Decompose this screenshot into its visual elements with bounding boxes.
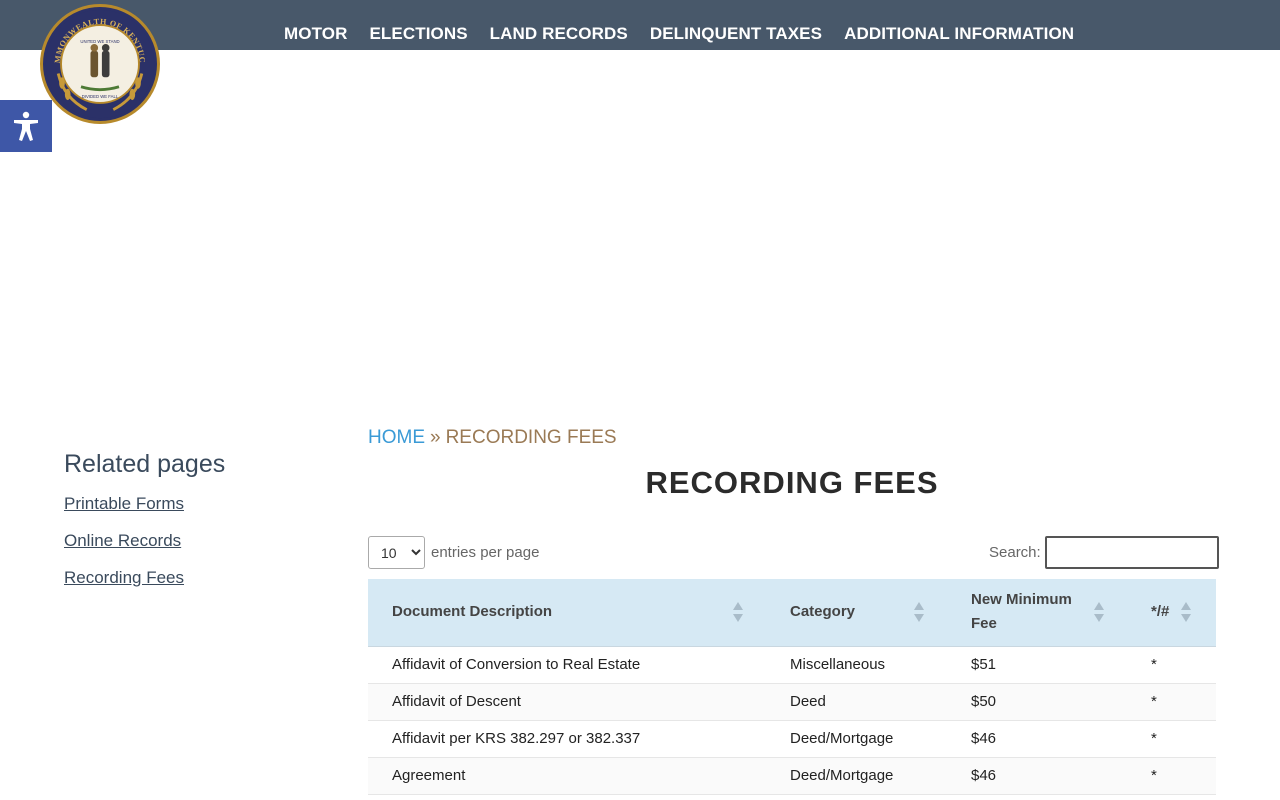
sort-arrows-icon [1094,602,1104,623]
accessibility-icon [14,111,38,141]
column-header-label: */# [1151,603,1170,621]
breadcrumb-home[interactable]: HOME [368,427,425,448]
cell-marker: * [1127,646,1216,684]
column-header-document-description[interactable]: Document Description [368,579,766,647]
column-header-category[interactable]: Category [766,579,947,647]
related-pages-heading: Related pages [64,450,226,478]
cell-document-description: Affidavit of Conversion to Real Estate [368,646,766,684]
related-pages-sidebar: Related pages Printable Forms Online Rec… [64,448,324,603]
sidebar-link-printable-forms[interactable]: Printable Forms [64,492,324,515]
column-header-label: Document Description [392,603,553,621]
seal-graphic: COMMONWEALTH OF KENTUCKY UNITED WE STAND… [43,7,155,119]
sidebar-link-recording-fees[interactable]: Recording Fees [64,566,324,589]
cell-category: Deed [766,683,947,721]
sidebar-link-online-records[interactable]: Online Records [64,529,324,552]
nav-delinquent-taxes[interactable]: DELINQUENT TAXES [650,24,822,44]
column-header-label: New Minimum Fee [971,591,1072,633]
cell-minimum-fee: $46 [947,720,1127,758]
breadcrumb-separator: » [430,427,441,448]
breadcrumb: HOME» RECORDING FEES [368,427,617,449]
column-header-asterisk-hash[interactable]: */# [1127,579,1216,647]
accessibility-toolbar-button[interactable] [0,100,52,152]
main-nav: MOTOR ELECTIONS LAND RECORDS DELINQUENT … [284,24,1096,44]
page-title: RECORDING FEES [645,465,939,500]
seal-banner-text: UNITED WE STAND [80,39,119,44]
nav-additional-information[interactable]: ADDITIONAL INFORMATION [844,24,1074,44]
recording-fees-table: Document Description Category New Minimu… [368,579,1216,795]
search-label: Search: [989,544,1041,561]
column-header-new-minimum-fee[interactable]: New Minimum Fee [947,579,1127,647]
table-search: Search: [989,536,1219,569]
top-navigation-bar: MOTOR ELECTIONS LAND RECORDS DELINQUENT … [0,0,1280,50]
cell-document-description: Affidavit per KRS 382.297 or 382.337 [368,720,766,758]
nav-land-records[interactable]: LAND RECORDS [490,24,628,44]
entries-per-page-label: entries per page [431,544,540,561]
nav-motor[interactable]: MOTOR [284,24,347,44]
search-input[interactable] [1044,536,1219,569]
table-row: Agreement Deed/Mortgage $46 * [368,757,1216,795]
cell-category: Miscellaneous [766,646,947,684]
sort-arrows-icon [733,602,743,623]
nav-elections[interactable]: ELECTIONS [369,24,467,44]
seal-bottom-text: DIVIDED WE FALL [82,94,119,99]
breadcrumb-current: RECORDING FEES [445,427,617,448]
cell-marker: * [1127,720,1216,758]
cell-document-description: Affidavit of Descent [368,683,766,721]
cell-minimum-fee: $50 [947,683,1127,721]
column-header-label: Category [790,603,856,621]
cell-category: Deed/Mortgage [766,757,947,795]
table-row: Affidavit of Conversion to Real Estate M… [368,646,1216,684]
page-size-select[interactable]: 10 [368,536,425,569]
table-row: Affidavit per KRS 382.297 or 382.337 Dee… [368,720,1216,758]
cell-minimum-fee: $46 [947,757,1127,795]
cell-category: Deed/Mortgage [766,720,947,758]
entries-per-page-control: 10 entries per page [368,536,539,569]
cell-minimum-fee: $51 [947,646,1127,684]
sort-arrows-icon [1181,602,1191,623]
sort-arrows-icon [914,602,924,623]
kentucky-seal-logo[interactable]: COMMONWEALTH OF KENTUCKY UNITED WE STAND… [40,4,160,124]
table-header-row: Document Description Category New Minimu… [368,579,1216,647]
table-row: Affidavit of Descent Deed $50 * [368,683,1216,721]
cell-marker: * [1127,683,1216,721]
cell-marker: * [1127,757,1216,795]
cell-document-description: Agreement [368,757,766,795]
